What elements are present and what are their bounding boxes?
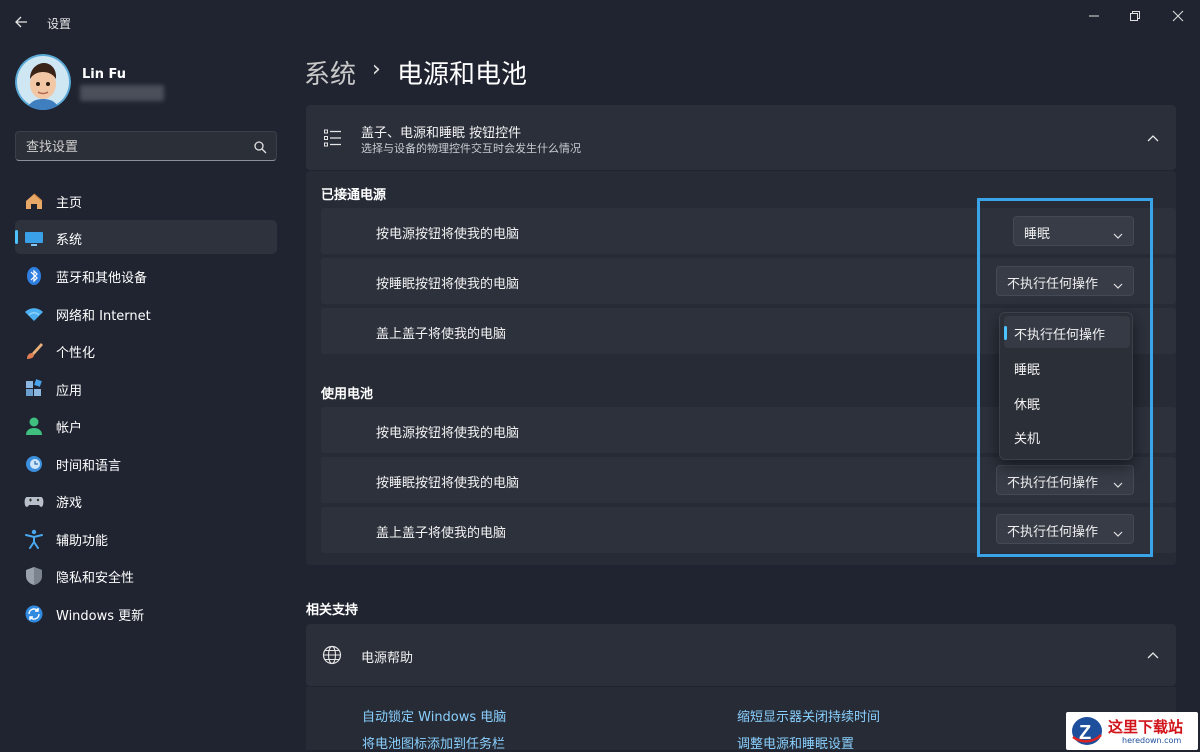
search-input[interactable] [16, 132, 248, 162]
highlight-box [977, 198, 1153, 557]
shield-icon [24, 566, 44, 586]
watermark-subtext: heredown.com [1122, 736, 1182, 745]
watermark-text: 这里下载站 [1108, 718, 1184, 736]
minimize-icon[interactable] [1072, 0, 1116, 32]
sidebar-item-network[interactable]: 网络和 Internet [15, 296, 277, 330]
blurred-email [80, 85, 164, 101]
gamepad-icon [24, 491, 44, 511]
power-help-header[interactable]: 电源帮助 [306, 624, 1176, 686]
restore-icon[interactable] [1113, 0, 1157, 32]
list-settings-icon [323, 128, 343, 148]
user-name: Lin Fu [82, 67, 127, 82]
brush-icon [24, 341, 44, 361]
breadcrumb-parent[interactable]: 系统 [304, 54, 356, 91]
link-auto-lock[interactable]: 自动锁定 Windows 电脑 [362, 706, 506, 725]
system-icon [24, 228, 44, 248]
clock-globe-icon [24, 454, 44, 474]
watermark-logo: Z 这里下载站 heredown.com [1066, 712, 1198, 750]
section-plugged-in: 已接通电源 [321, 188, 387, 203]
chevron-up-icon[interactable] [1146, 131, 1160, 145]
chevron-up-icon[interactable] [1146, 648, 1160, 662]
sidebar-item-home[interactable]: 主页 [15, 183, 277, 217]
breadcrumb-separator: › [372, 57, 381, 82]
search-icon[interactable] [253, 139, 267, 154]
card-title: 盖子、电源和睡眠 按钮控件 [361, 126, 522, 141]
sidebar-item-system[interactable]: 系统 [15, 220, 277, 254]
close-icon[interactable] [1156, 0, 1200, 32]
globe-icon [322, 645, 342, 665]
apps-icon [24, 379, 44, 399]
sidebar-item-personalization[interactable]: 个性化 [15, 333, 277, 367]
sidebar-item-accessibility[interactable]: 辅助功能 [15, 521, 277, 555]
sidebar-item-privacy[interactable]: 隐私和安全性 [15, 558, 277, 592]
link-display-timeout[interactable]: 缩短显示器关闭持续时间 [737, 706, 880, 725]
sidebar-item-bluetooth[interactable]: 蓝牙和其他设备 [15, 258, 277, 292]
avatar[interactable] [15, 54, 71, 110]
wifi-icon [24, 304, 44, 324]
bluetooth-icon [24, 266, 44, 286]
sidebar-item-windows-update[interactable]: Windows 更新 [15, 596, 277, 630]
link-power-sleep-settings[interactable]: 调整电源和睡眠设置 [737, 733, 854, 752]
app-title: 设置 [47, 17, 72, 31]
search-box[interactable] [15, 131, 277, 162]
section-related-support: 相关支持 [306, 603, 359, 618]
accessibility-icon [24, 529, 44, 549]
link-battery-icon-taskbar[interactable]: 将电池图标添加到任务栏 [362, 733, 505, 752]
back-arrow-icon[interactable] [12, 12, 32, 32]
card-subtitle: 选择与设备的物理控件交互时会发生什么情况 [361, 142, 581, 155]
page-title: 电源和电池 [397, 60, 528, 90]
home-icon [24, 191, 44, 211]
controls-card-header[interactable]: 盖子、电源和睡眠 按钮控件 选择与设备的物理控件交互时会发生什么情况 [306, 105, 1176, 170]
power-help-title: 电源帮助 [361, 651, 414, 666]
selection-indicator [15, 230, 18, 244]
account-icon [24, 416, 44, 436]
sidebar-item-apps[interactable]: 应用 [15, 371, 277, 405]
update-icon [24, 604, 44, 624]
sidebar-item-accounts[interactable]: 帐户 [15, 408, 277, 442]
section-on-battery: 使用电池 [321, 387, 374, 402]
sidebar-item-time-language[interactable]: 时间和语言 [15, 446, 277, 480]
sidebar-item-gaming[interactable]: 游戏 [15, 483, 277, 517]
